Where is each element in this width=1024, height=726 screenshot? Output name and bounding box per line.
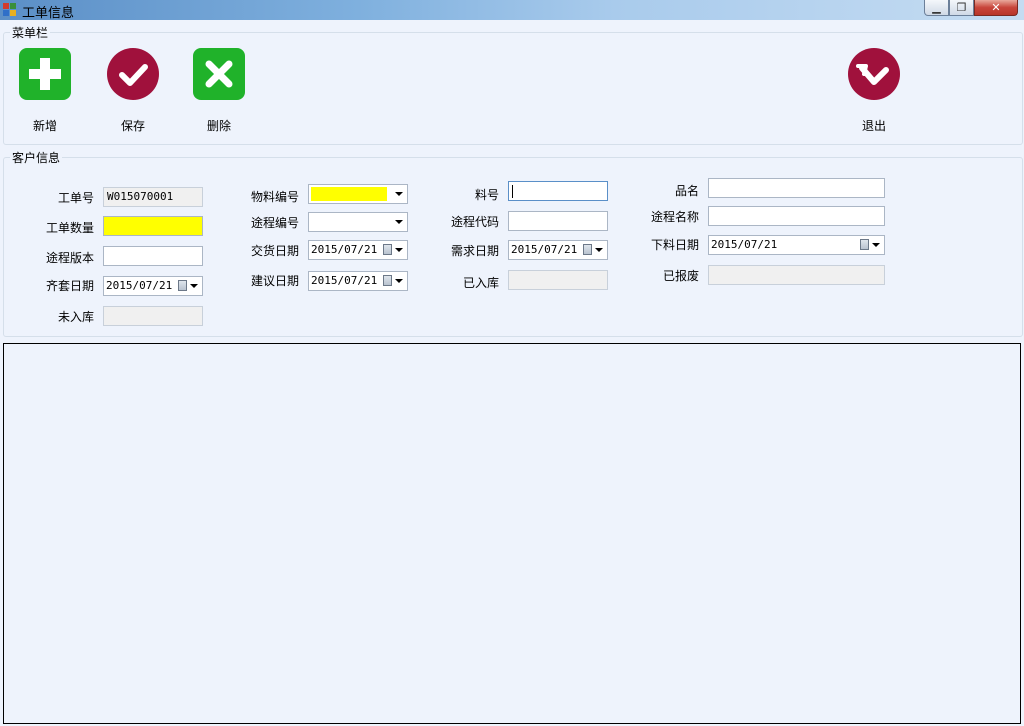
scrapped-field[interactable] bbox=[708, 265, 885, 285]
app-icon bbox=[3, 3, 17, 17]
close-icon: ✕ bbox=[991, 1, 1001, 14]
chevron-down-icon bbox=[872, 243, 880, 247]
demand-date-picker[interactable]: 2015/07/21 bbox=[508, 240, 608, 260]
route-version-field[interactable] bbox=[103, 246, 203, 266]
route-code-label: 途程编号 bbox=[250, 216, 299, 230]
route-code-combo[interactable] bbox=[308, 212, 408, 232]
restore-button[interactable]: ❐ bbox=[949, 0, 974, 16]
feed-date-value: 2015/07/21 bbox=[711, 238, 778, 251]
text-caret bbox=[512, 184, 513, 198]
calendar-icon bbox=[178, 280, 187, 291]
route-id-label: 途程代码 bbox=[450, 215, 499, 229]
suggested-date-label: 建议日期 bbox=[250, 274, 299, 288]
calendar-icon bbox=[860, 239, 869, 250]
work-order-no-label: 工单号 bbox=[57, 191, 94, 205]
toolbar-legend: 菜单栏 bbox=[10, 24, 51, 41]
customer-info-legend: 客户信息 bbox=[10, 149, 63, 166]
restore-icon: ❐ bbox=[956, 1, 967, 14]
scrapped-label: 已报废 bbox=[662, 269, 699, 283]
data-grid[interactable] bbox=[3, 343, 1021, 724]
demand-date-value: 2015/07/21 bbox=[511, 243, 578, 256]
minimize-button[interactable]: ▁ bbox=[924, 0, 949, 16]
chevron-down-icon bbox=[395, 279, 403, 283]
part-no-field[interactable] bbox=[508, 181, 608, 201]
part-no-label: 料号 bbox=[474, 188, 499, 202]
in-stock-label: 已入库 bbox=[462, 276, 499, 290]
chevron-down-icon bbox=[395, 220, 403, 224]
feed-date-label: 下料日期 bbox=[650, 238, 699, 252]
chevron-down-icon bbox=[595, 248, 603, 252]
suggested-date-value: 2015/07/21 bbox=[311, 274, 378, 287]
exit-button[interactable]: 退出 bbox=[839, 48, 909, 134]
delivery-date-picker[interactable]: 2015/07/21 bbox=[308, 240, 408, 260]
title-bar[interactable]: 工单信息 ▁ ❐ ✕ bbox=[0, 0, 1024, 21]
product-name-label: 品名 bbox=[674, 184, 699, 198]
not-in-stock-label: 未入库 bbox=[57, 310, 94, 324]
material-code-combo[interactable] bbox=[308, 184, 408, 204]
kit-date-label: 齐套日期 bbox=[45, 279, 94, 293]
route-id-field[interactable] bbox=[508, 211, 608, 231]
delivery-date-value: 2015/07/21 bbox=[311, 243, 378, 256]
save-button-label: 保存 bbox=[120, 119, 145, 133]
close-button[interactable]: ✕ bbox=[974, 0, 1018, 16]
demand-date-label: 需求日期 bbox=[450, 244, 499, 258]
suggested-date-picker[interactable]: 2015/07/21 bbox=[308, 271, 408, 291]
exit-arrow-icon bbox=[848, 48, 900, 100]
window-title: 工单信息 bbox=[22, 6, 75, 21]
delete-button[interactable]: 删除 bbox=[184, 48, 254, 134]
in-stock-field[interactable] bbox=[508, 270, 608, 290]
plus-icon bbox=[19, 48, 71, 100]
minimize-icon: ▁ bbox=[932, 1, 941, 14]
calendar-icon bbox=[583, 244, 592, 255]
new-button[interactable]: 新增 bbox=[10, 48, 80, 134]
calendar-icon bbox=[383, 275, 392, 286]
chevron-down-icon bbox=[395, 248, 403, 252]
route-name-field[interactable] bbox=[708, 206, 885, 226]
exit-button-label: 退出 bbox=[861, 119, 886, 133]
kit-date-picker[interactable]: 2015/07/21 bbox=[103, 276, 203, 296]
product-name-field[interactable] bbox=[708, 178, 885, 198]
calendar-icon bbox=[383, 244, 392, 255]
chevron-down-icon bbox=[395, 192, 403, 196]
checkmark-icon bbox=[107, 48, 159, 100]
material-code-fill bbox=[311, 187, 387, 201]
material-code-label: 物料编号 bbox=[250, 190, 299, 204]
work-order-qty-field[interactable] bbox=[103, 216, 203, 236]
save-button[interactable]: 保存 bbox=[98, 48, 168, 134]
not-in-stock-field[interactable] bbox=[103, 306, 203, 326]
route-name-label: 途程名称 bbox=[650, 210, 699, 224]
feed-date-picker[interactable]: 2015/07/21 bbox=[708, 235, 885, 255]
work-order-qty-label: 工单数量 bbox=[45, 221, 94, 235]
kit-date-value: 2015/07/21 bbox=[106, 279, 173, 292]
route-version-label: 途程版本 bbox=[45, 251, 94, 265]
chevron-down-icon bbox=[190, 284, 198, 288]
x-icon bbox=[193, 48, 245, 100]
delivery-date-label: 交货日期 bbox=[250, 244, 299, 258]
work-order-no-field[interactable]: W015070001 bbox=[103, 187, 203, 207]
new-button-label: 新增 bbox=[32, 119, 57, 133]
delete-button-label: 删除 bbox=[206, 119, 231, 133]
